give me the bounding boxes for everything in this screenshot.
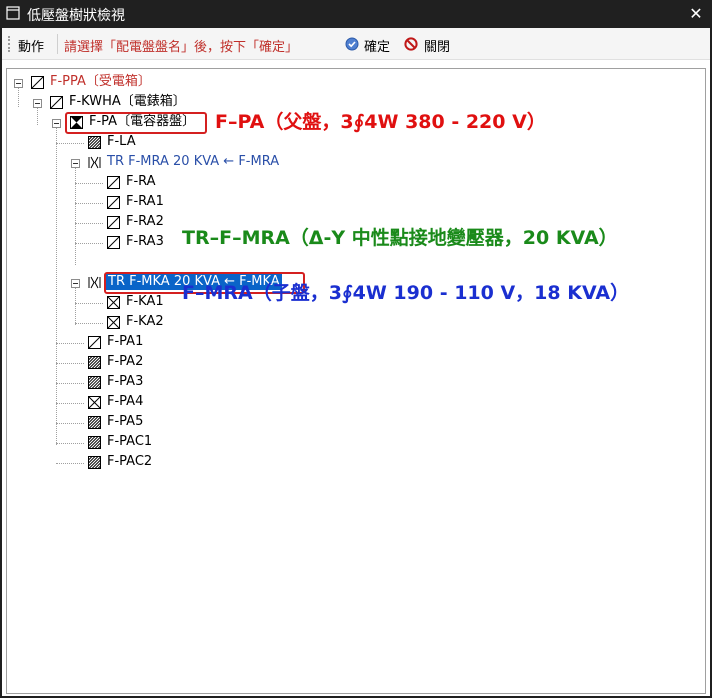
app-icon (6, 6, 20, 20)
toolbar: 動作 請選擇「配電盤盤名」後，按下「確定」 確定 關閉 (2, 28, 710, 60)
panel-tree-view[interactable]: F-PPA〔受電箱〕 F-KWHA〔電錶箱〕 F-PA〔電容器盤〕 F-LA T… (6, 68, 706, 694)
collapse-toggle[interactable] (14, 79, 23, 88)
client-area: 動作 請選擇「配電盤盤名」後，按下「確定」 確定 關閉 F-PPA〔受電箱〕 F… (2, 28, 710, 696)
tree-node-label: F-PAC2 (107, 454, 153, 469)
tree-line (75, 243, 103, 244)
instruction-hint: 請選擇「配電盤盤名」後，按下「確定」 (64, 40, 299, 55)
slash-box-icon (107, 196, 120, 209)
app-window: 低壓盤樹狀檢視 ✕ 動作 請選擇「配電盤盤名」後，按下「確定」 確定 關閉 F-… (0, 0, 712, 698)
slash-box-icon (107, 176, 120, 189)
slash-box-icon (107, 216, 120, 229)
tree-line (56, 403, 84, 404)
cross-box-icon (107, 296, 120, 309)
slash-box-icon (50, 96, 63, 109)
tree-line (56, 143, 84, 144)
annotation-child-panel: F–MRA（子盤，3∮4W 190 - 110 V，18 KVA） (182, 282, 630, 304)
ok-button[interactable]: 確定 (364, 36, 390, 55)
window-title: 低壓盤樹狀檢視 (27, 8, 125, 24)
annotation-parent-panel: F–PA（父盤，3∮4W 380 - 220 V） (215, 111, 546, 133)
tree-line (75, 183, 103, 184)
tree-node-label: F-PPA〔受電箱〕 (50, 74, 151, 89)
toolbar-grip[interactable] (8, 36, 10, 52)
tree-line (56, 383, 84, 384)
hatched-box-icon (88, 456, 101, 469)
tree-node-label: F-PA1 (107, 334, 144, 349)
tree-line (56, 423, 84, 424)
hatched-box-icon (88, 376, 101, 389)
tree-node-label: F-LA (107, 134, 136, 149)
tree-node-label: F-PA4 (107, 394, 144, 409)
collapse-toggle[interactable] (71, 279, 80, 288)
tree-node-label: F-KA1 (126, 294, 164, 309)
collapse-toggle[interactable] (71, 159, 80, 168)
annotation-transformer: TR–F–MRA（Δ-Y 中性點接地變壓器，20 KVA） (182, 227, 618, 249)
slash-box-icon (31, 76, 44, 89)
title-bar: 低壓盤樹狀檢視 ✕ (0, 0, 712, 28)
window-close-button[interactable]: ✕ (686, 4, 706, 24)
tree-node-label: F-PAC1 (107, 434, 153, 449)
tree-node-label: F-KA2 (126, 314, 164, 329)
highlight-box-f-pa (65, 112, 207, 134)
tree-node-label: F-RA2 (126, 214, 164, 229)
hatched-box-icon (88, 136, 101, 149)
action-menu-button[interactable]: 動作 (18, 36, 44, 55)
tree-line (75, 203, 103, 204)
close-prohibit-icon (404, 37, 418, 51)
hatched-box-icon (88, 436, 101, 449)
ok-check-icon (345, 37, 359, 51)
hatched-box-icon (88, 416, 101, 429)
tree-node-label: F-PA3 (107, 374, 144, 389)
cross-box-icon (88, 396, 101, 409)
tree-node-label: F-RA (126, 174, 156, 189)
hatched-box-icon (88, 356, 101, 369)
transformer-icon (88, 276, 101, 289)
tree-line (56, 363, 84, 364)
tree-line (75, 303, 103, 304)
tree-line (75, 223, 103, 224)
tree-node-label: F-RA1 (126, 194, 164, 209)
tree-node-label: F-PA2 (107, 354, 144, 369)
transformer-icon (88, 156, 101, 169)
slash-box-icon (88, 336, 101, 349)
cross-box-icon (107, 316, 120, 329)
tree-line (56, 123, 57, 445)
tree-node-label: F-RA3 (126, 234, 164, 249)
tree-line (56, 343, 84, 344)
tree-line (56, 443, 84, 444)
toolbar-separator (57, 34, 58, 54)
tree-line (56, 463, 84, 464)
tree-line (75, 323, 103, 324)
close-button[interactable]: 關閉 (424, 36, 450, 55)
tree-line (75, 283, 76, 325)
tree-node-label: F-KWHA〔電錶箱〕 (69, 94, 186, 109)
collapse-toggle[interactable] (33, 99, 42, 108)
tree-node-label: F-PA5 (107, 414, 144, 429)
tree-line (75, 163, 76, 265)
collapse-toggle[interactable] (52, 119, 61, 128)
slash-box-icon (107, 236, 120, 249)
tree-node-label: TR F-MRA 20 KVA ← F-MRA (107, 154, 280, 169)
